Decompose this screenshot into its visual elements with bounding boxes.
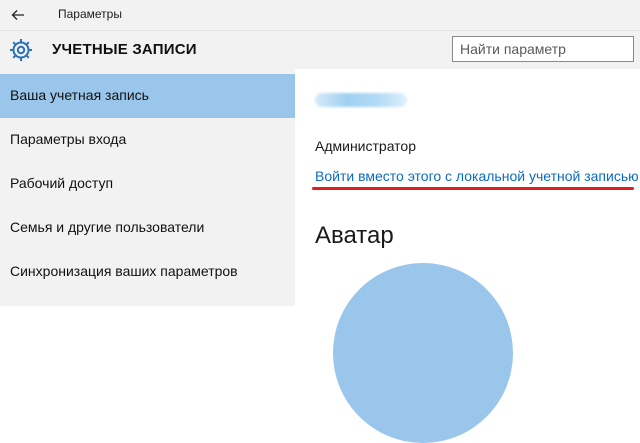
search-input[interactable]: Найти параметр xyxy=(452,36,634,62)
account-panel: Администратор Войти вместо этого с локал… xyxy=(295,69,640,443)
title-bar: Параметры xyxy=(0,0,640,31)
sidebar-item-label: Рабочий доступ xyxy=(10,175,114,191)
sidebar-item-label: Параметры входа xyxy=(10,131,127,147)
sidebar-item-sync[interactable]: Синхронизация ваших параметров xyxy=(0,250,295,294)
sidebar-item-your-account[interactable]: Ваша учетная запись xyxy=(0,74,295,118)
back-button[interactable] xyxy=(8,5,28,25)
account-role: Администратор xyxy=(315,138,417,154)
sidebar-item-label: Семья и другие пользователи xyxy=(10,219,205,235)
avatar-heading: Аватар xyxy=(315,222,394,249)
sidebar-item-label: Синхронизация ваших параметров xyxy=(10,263,238,279)
switch-to-local-account-link[interactable]: Войти вместо этого с локальной учетной з… xyxy=(315,168,639,184)
page-title: УЧЕТНЫЕ ЗАПИСИ xyxy=(52,41,197,58)
window-title: Параметры xyxy=(58,7,122,21)
sidebar-item-label: Ваша учетная запись xyxy=(10,87,149,103)
arrow-left-icon xyxy=(11,10,24,20)
red-underline-annotation xyxy=(312,187,634,190)
page-header: УЧЕТНЫЕ ЗАПИСИ Найти параметр xyxy=(0,31,640,69)
avatar xyxy=(333,263,513,443)
gear-icon xyxy=(10,39,32,61)
sidebar: Ваша учетная запись Параметры входа Рабо… xyxy=(0,69,295,306)
sidebar-item-family[interactable]: Семья и другие пользователи xyxy=(0,206,295,250)
blurred-account-name xyxy=(315,93,407,107)
sidebar-item-sign-in-options[interactable]: Параметры входа xyxy=(0,118,295,162)
sidebar-item-work-access[interactable]: Рабочий доступ xyxy=(0,162,295,206)
